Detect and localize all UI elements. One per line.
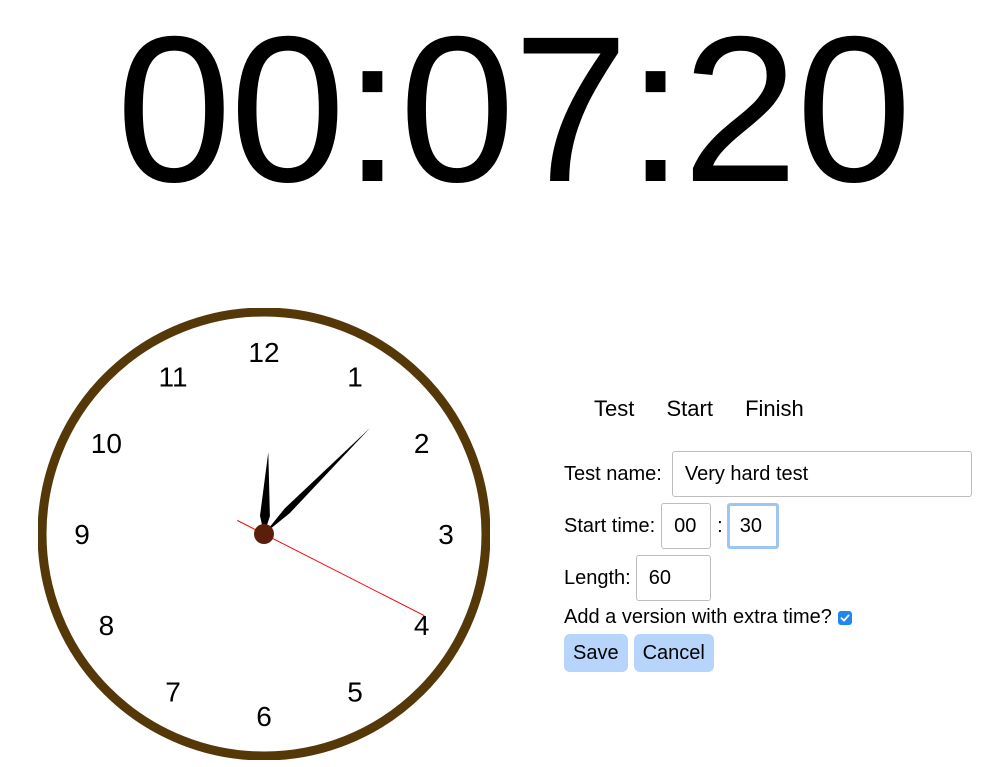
start-time-row: Start time: : [564,503,779,549]
test-name-input[interactable] [671,451,972,497]
start-time-label: Start time: [564,514,656,537]
clock-numeral-2: 2 [414,428,430,459]
clock-numeral-10: 10 [91,428,122,459]
length-label: Length: [564,566,631,589]
clock-numeral-1: 1 [347,361,363,392]
clock-numeral-5: 5 [347,677,363,708]
tab-finish[interactable]: Finish [745,396,804,421]
extra-time-row: Add a version with extra time? [564,606,852,629]
length-input[interactable] [635,555,711,601]
extra-time-label: Add a version with extra time? [564,606,832,628]
clock-numeral-8: 8 [99,610,115,641]
clock-numeral-9: 9 [74,519,90,550]
cancel-button[interactable]: Cancel [633,634,714,672]
clock-numeral-7: 7 [165,677,181,708]
clock-numeral-11: 11 [158,361,187,392]
save-button[interactable]: Save [564,634,628,672]
start-minutes-input[interactable] [726,503,779,549]
checkmark-icon [840,614,850,621]
test-name-row: Test name: [564,451,972,497]
tab-test[interactable]: Test [594,396,634,421]
length-row: Length: [564,555,711,601]
start-hours-input[interactable] [661,503,712,549]
clock-hub [254,524,274,544]
clock-numeral-12: 12 [248,337,279,368]
extra-time-checkbox[interactable] [837,610,852,625]
test-name-label: Test name: [564,462,662,485]
clock-numeral-3: 3 [438,519,454,550]
tab-bar: Test Start Finish [594,396,830,422]
action-buttons: Save Cancel [564,634,720,672]
time-separator: : [717,514,723,537]
tab-start[interactable]: Start [666,396,712,421]
elapsed-timer-display: 00:07:20 [116,0,912,226]
clock-numeral-6: 6 [256,701,272,732]
analog-clock: 121234567891011 [38,308,490,760]
